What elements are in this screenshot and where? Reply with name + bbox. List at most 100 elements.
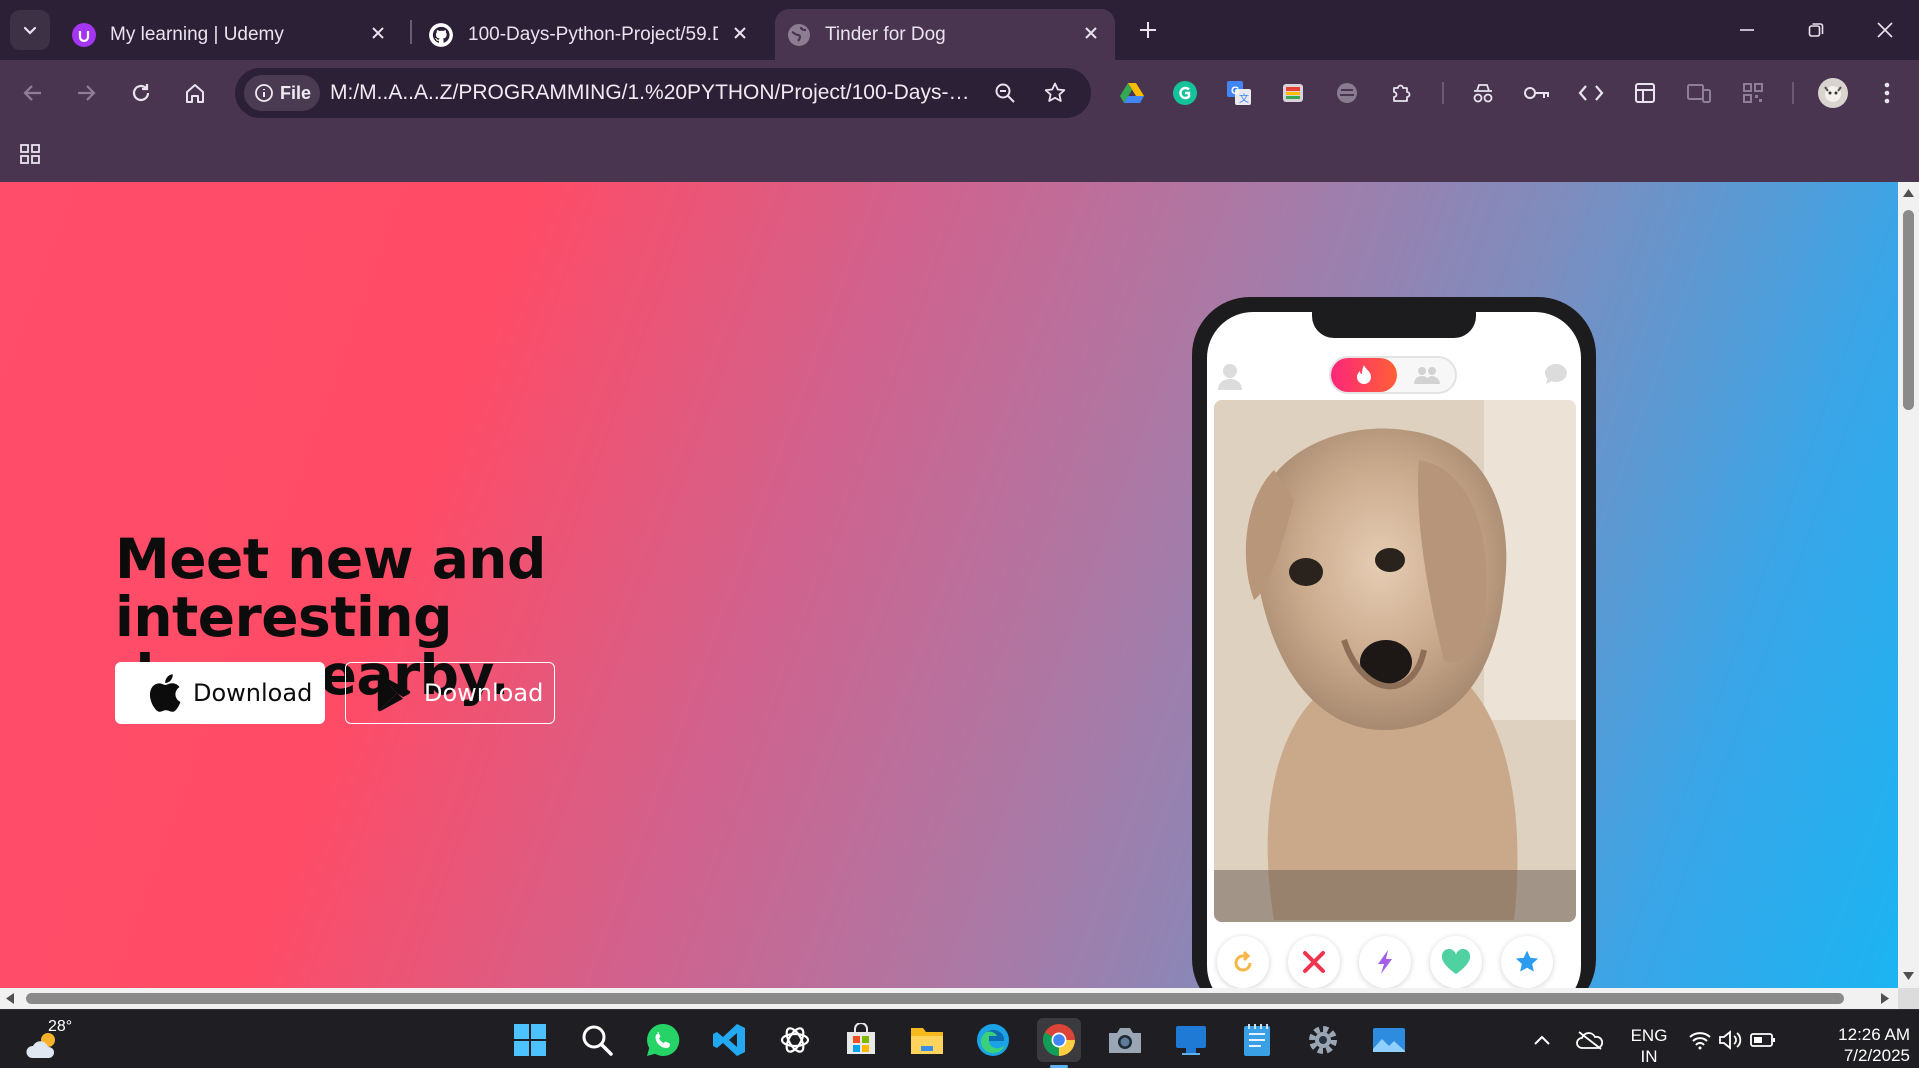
taskbar-notepad[interactable] <box>1235 1018 1279 1062</box>
nope-button[interactable] <box>1288 936 1340 988</box>
key-icon <box>1524 87 1549 99</box>
hero-heading-line1: Meet new and interesting <box>115 527 546 649</box>
mode-toggle[interactable] <box>1329 356 1457 394</box>
github-icon <box>429 22 453 47</box>
minimize-button[interactable] <box>1717 8 1777 52</box>
grammarly-extension[interactable] <box>1165 73 1205 113</box>
photos-icon <box>1373 1028 1405 1052</box>
star-icon <box>1044 82 1066 102</box>
tab-divider <box>410 20 412 44</box>
devtools-button[interactable] <box>1571 73 1611 113</box>
horizontal-scrollbar[interactable] <box>0 988 1898 1009</box>
weather-widget[interactable]: 28° <box>20 1016 80 1064</box>
google-translate-extension[interactable]: G文 <box>1219 73 1259 113</box>
scroll-up-arrow-icon[interactable] <box>1902 188 1915 198</box>
taskbar-microsoft-store[interactable] <box>839 1018 883 1062</box>
profile-avatar[interactable] <box>1813 73 1853 113</box>
arrow-left-icon <box>23 85 41 101</box>
vertical-scrollbar[interactable] <box>1898 182 1919 988</box>
close-window-button[interactable] <box>1855 8 1915 52</box>
tab-tinder-for-dog[interactable]: Tinder for Dog <box>775 9 1115 60</box>
tab-layout-button[interactable] <box>1625 73 1665 113</box>
camera-icon <box>1109 1028 1141 1053</box>
shield-extension[interactable] <box>1327 73 1367 113</box>
taskbar-whatsapp[interactable] <box>641 1018 685 1062</box>
onedrive-tray[interactable] <box>1568 1018 1612 1062</box>
password-manager-button[interactable] <box>1517 73 1557 113</box>
new-tab-button[interactable] <box>1123 8 1173 52</box>
vertical-scroll-thumb[interactable] <box>1903 210 1914 410</box>
back-button[interactable] <box>13 73 53 113</box>
language-code: ENG <box>1630 1026 1668 1045</box>
close-icon <box>1877 22 1893 38</box>
tab-udemy[interactable]: My learning | Udemy <box>62 9 402 60</box>
tab-title: 100-Days-Python-Project/59.Da <box>468 23 718 45</box>
incognito-button[interactable] <box>1463 73 1503 113</box>
url-text[interactable]: M:/M..A..A..Z/PROGRAMMING/1.%20PYTHON/Pr… <box>330 81 970 105</box>
taskbar-chatgpt[interactable] <box>773 1018 817 1062</box>
clock-time: 12:26 AM <box>1838 1025 1910 1044</box>
language-indicator[interactable]: ENG IN <box>1618 1025 1680 1067</box>
forward-button[interactable] <box>66 73 106 113</box>
show-hidden-icons-button[interactable] <box>1520 1018 1564 1062</box>
phone-mockup <box>1192 297 1596 988</box>
taskbar-camera[interactable] <box>1103 1018 1147 1062</box>
plus-icon <box>1140 22 1156 38</box>
apple-icon <box>145 673 185 713</box>
taskbar-chrome[interactable] <box>1037 1018 1081 1062</box>
address-bar[interactable]: File M:/M..A..A..Z/PROGRAMMING/1.%20PYTH… <box>235 68 1091 118</box>
taskbar-photos[interactable] <box>1367 1018 1411 1062</box>
tab-title: Tinder for Dog <box>825 23 946 45</box>
like-button[interactable] <box>1430 936 1482 988</box>
scroll-right-arrow-icon[interactable] <box>1880 992 1890 1005</box>
scroll-down-arrow-icon[interactable] <box>1902 971 1915 981</box>
google-drive-extension[interactable] <box>1112 73 1152 113</box>
system-clock[interactable]: 12:26 AM 7/2/2025 <box>1800 1024 1910 1066</box>
taskbar-edge[interactable] <box>971 1018 1015 1062</box>
qr-code-icon <box>1743 83 1763 103</box>
quick-settings-tray[interactable] <box>1682 1018 1782 1062</box>
profile-icon <box>1218 364 1242 390</box>
reload-button[interactable] <box>121 73 161 113</box>
notepad-icon <box>1244 1024 1270 1056</box>
site-info-chip[interactable]: File <box>244 75 320 111</box>
colorzilla-extension[interactable] <box>1273 73 1313 113</box>
zoom-button[interactable] <box>985 73 1025 113</box>
store-icon <box>847 1023 875 1054</box>
qr-code-button[interactable] <box>1733 73 1773 113</box>
download-label: Download <box>193 679 313 707</box>
extensions-button[interactable] <box>1382 73 1422 113</box>
start-button[interactable] <box>508 1018 552 1062</box>
taskbar-file-explorer[interactable] <box>905 1018 949 1062</box>
toggle-active-segment <box>1331 358 1397 392</box>
boost-button[interactable] <box>1359 936 1411 988</box>
translate-icon: G文 <box>1227 81 1251 105</box>
rewind-button[interactable] <box>1217 936 1269 988</box>
taskbar-search[interactable] <box>575 1018 619 1062</box>
close-tab-icon[interactable] <box>1079 21 1103 45</box>
taskbar-vscode[interactable] <box>707 1018 751 1062</box>
home-button[interactable] <box>175 73 215 113</box>
close-tab-icon[interactable] <box>366 21 390 45</box>
download-google-play-button[interactable]: Download <box>345 662 555 724</box>
tab-search-button[interactable] <box>10 10 50 50</box>
taskbar-settings[interactable] <box>1301 1018 1345 1062</box>
download-app-store-button[interactable]: Download <box>115 662 325 724</box>
windows-taskbar: 28° ENG IN 12:26 AM 7/2/2025 <box>0 1009 1919 1068</box>
dog-profile-photo[interactable] <box>1214 400 1576 922</box>
tab-github[interactable]: 100-Days-Python-Project/59.Da <box>418 9 764 60</box>
device-mode-button[interactable] <box>1679 73 1719 113</box>
close-tab-icon[interactable] <box>728 21 752 45</box>
chevron-down-icon <box>23 26 37 35</box>
browser-menu-button[interactable] <box>1867 73 1907 113</box>
restore-button[interactable] <box>1786 8 1846 52</box>
super-like-button[interactable] <box>1501 936 1553 988</box>
apps-button[interactable] <box>10 134 50 174</box>
taskbar-app-blue[interactable] <box>1169 1018 1213 1062</box>
scroll-left-arrow-icon[interactable] <box>5 992 15 1005</box>
horizontal-scroll-thumb[interactable] <box>26 993 1844 1004</box>
weather-temperature: 28° <box>48 1018 73 1035</box>
phone-notch <box>1312 312 1476 338</box>
bookmark-star-button[interactable] <box>1035 73 1075 113</box>
tab-title: My learning | Udemy <box>110 23 284 45</box>
